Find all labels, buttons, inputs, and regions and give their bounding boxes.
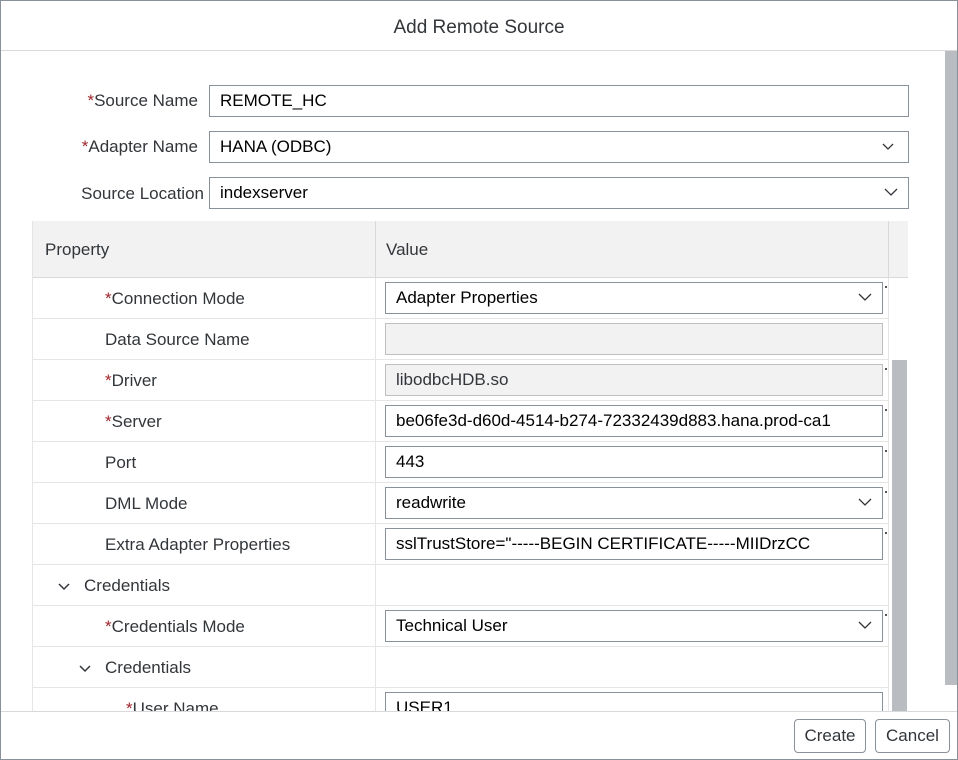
source-location-value: indexserver xyxy=(220,183,308,202)
resize-tick xyxy=(885,614,887,616)
user-name-input[interactable]: USER1 xyxy=(385,692,883,711)
column-header-property: Property xyxy=(45,240,110,259)
property-label: Data Source Name xyxy=(105,330,250,349)
data-source-name-field xyxy=(385,323,883,355)
table-row: Data Source Name xyxy=(33,319,888,360)
resize-tick xyxy=(885,491,887,493)
dml-mode-value: readwrite xyxy=(396,493,466,512)
dialog-scrollbar-thumb[interactable] xyxy=(945,51,957,685)
chevron-down-icon[interactable] xyxy=(57,579,71,593)
table-row: *User Name USER1 xyxy=(33,688,888,711)
column-divider xyxy=(375,565,376,606)
property-label-text: Connection Mode xyxy=(111,289,245,308)
port-input[interactable]: 443 xyxy=(385,446,883,478)
property-label-text: Server xyxy=(111,412,162,431)
column-divider xyxy=(375,319,376,360)
source-name-label: *Source Name xyxy=(41,91,198,111)
source-location-select[interactable]: indexserver xyxy=(209,177,909,209)
adapter-name-label-text: Adapter Name xyxy=(88,137,198,156)
table-scrollbar[interactable] xyxy=(888,278,908,711)
resize-tick xyxy=(885,368,887,370)
connection-mode-value: Adapter Properties xyxy=(396,288,538,307)
chevron-down-icon[interactable] xyxy=(858,292,872,302)
property-label-text: Credentials Mode xyxy=(111,617,245,636)
resize-tick xyxy=(885,532,887,534)
required-marker: * xyxy=(105,371,112,390)
property-label: Extra Adapter Properties xyxy=(105,535,291,554)
column-header-value: Value xyxy=(386,240,429,259)
table-row: *Driver libodbcHDB.so xyxy=(33,360,888,401)
column-divider xyxy=(888,221,889,278)
resize-tick xyxy=(885,409,887,411)
adapter-name-value: HANA (ODBC) xyxy=(220,137,332,156)
required-marker: * xyxy=(126,699,133,711)
property-label: *Connection Mode xyxy=(105,278,245,319)
column-divider xyxy=(375,483,376,524)
table-row-group[interactable]: Credentials xyxy=(33,565,888,606)
table-row: *Credentials Mode Technical User xyxy=(33,606,888,647)
column-divider xyxy=(375,401,376,442)
chevron-down-icon[interactable] xyxy=(884,187,898,197)
add-remote-source-dialog: Add Remote Source *Source Name REMOTE_HC… xyxy=(0,0,958,760)
table-row: Extra Adapter Properties sslTrustStore="… xyxy=(33,524,888,565)
chevron-down-icon[interactable] xyxy=(858,620,872,630)
cancel-button[interactable]: Cancel xyxy=(875,719,950,753)
credentials-mode-select[interactable]: Technical User xyxy=(385,610,883,642)
source-location-label: Source Location xyxy=(81,184,204,203)
driver-field: libodbcHDB.so xyxy=(385,364,883,396)
column-divider xyxy=(375,524,376,565)
credentials-mode-value: Technical User xyxy=(396,616,508,635)
column-divider xyxy=(375,647,376,688)
extra-adapter-properties-input[interactable]: sslTrustStore="-----BEGIN CERTIFICATE---… xyxy=(385,528,883,560)
table-row: DML Mode readwrite xyxy=(33,483,888,524)
property-label: DML Mode xyxy=(105,494,188,513)
table-row: *Connection Mode Adapter Properties xyxy=(33,278,888,319)
required-marker: * xyxy=(105,289,112,308)
property-label: *Server xyxy=(105,401,162,442)
dialog-content: *Source Name REMOTE_HC *Adapter Name HAN… xyxy=(1,51,943,711)
required-marker: * xyxy=(105,617,112,636)
table-row: Port 443 xyxy=(33,442,888,483)
property-label-text: User Name xyxy=(132,699,219,711)
resize-tick xyxy=(885,286,887,288)
adapter-name-label: *Adapter Name xyxy=(41,137,198,157)
resize-tick xyxy=(885,450,887,452)
column-divider xyxy=(375,360,376,401)
column-divider xyxy=(375,688,376,711)
group-label: Credentials xyxy=(84,576,170,595)
column-divider xyxy=(375,442,376,483)
table-row: *Server be06fe3d-d60d-4514-b274-72332439… xyxy=(33,401,888,442)
property-table: Property Value *Connection Mode Adapter … xyxy=(32,221,908,711)
required-marker: * xyxy=(105,412,112,431)
property-label: Port xyxy=(105,453,137,472)
column-divider xyxy=(375,606,376,647)
property-label: *User Name xyxy=(126,688,219,711)
table-scrollbar-thumb[interactable] xyxy=(892,360,907,711)
table-row-group[interactable]: Credentials xyxy=(33,647,888,688)
column-divider xyxy=(375,221,376,278)
column-divider xyxy=(375,278,376,319)
dialog-scrollbar[interactable] xyxy=(943,51,957,711)
group-label: Credentials xyxy=(105,658,191,677)
chevron-down-icon[interactable] xyxy=(858,497,872,507)
source-name-input[interactable]: REMOTE_HC xyxy=(209,85,909,117)
dialog-footer: Create Cancel xyxy=(1,711,957,759)
dialog-title: Add Remote Source xyxy=(1,1,957,51)
adapter-name-select[interactable]: HANA (ODBC) xyxy=(209,131,909,163)
create-button[interactable]: Create xyxy=(794,719,866,753)
chevron-down-icon[interactable] xyxy=(78,661,92,675)
property-label-text: Driver xyxy=(111,371,157,390)
server-input[interactable]: be06fe3d-d60d-4514-b274-72332439d883.han… xyxy=(385,405,883,437)
table-header: Property Value xyxy=(33,221,908,278)
source-name-label-text: Source Name xyxy=(94,91,198,110)
property-label: *Driver xyxy=(105,360,157,401)
property-label: *Credentials Mode xyxy=(105,606,245,647)
chevron-down-icon[interactable] xyxy=(882,141,894,151)
dml-mode-select[interactable]: readwrite xyxy=(385,487,883,519)
connection-mode-select[interactable]: Adapter Properties xyxy=(385,282,883,314)
